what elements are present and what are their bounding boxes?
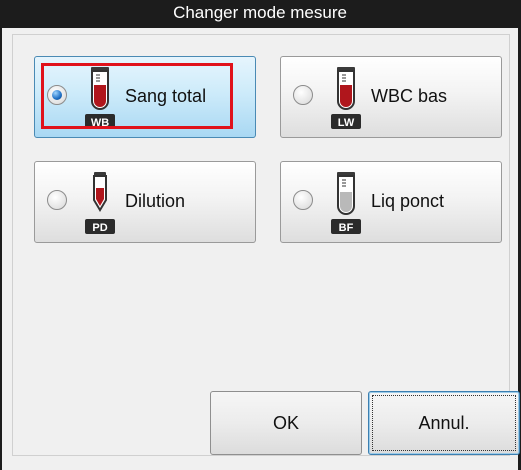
selection-highlight-box — [41, 63, 233, 129]
ok-button-label: OK — [272, 413, 299, 433]
mode-label-wbc-bas: WBC bas — [371, 86, 448, 106]
mode-code-pd: PD — [92, 222, 107, 234]
mode-label-dilution: Dilution — [125, 191, 186, 211]
mode-label-liq-ponct: Liq ponct — [371, 191, 445, 211]
mode-button-dilution[interactable]: PD Dilution — [34, 161, 256, 243]
blood-tube-icon: LW — [331, 67, 361, 129]
change-mode-dialog: Changer mode mesure WB Sang total LW WBC… — [0, 0, 521, 470]
mode-code-bf: BF — [339, 222, 354, 234]
fluid-tube-icon: BF — [331, 172, 361, 234]
mode-button-sang-total[interactable]: WB Sang total — [34, 56, 256, 138]
ok-button[interactable]: OK — [210, 391, 362, 455]
mode-button-wbc-bas[interactable]: LW WBC bas — [280, 56, 502, 138]
mode-code-lw: LW — [338, 117, 355, 129]
radio-button-wbc-bas[interactable] — [293, 85, 313, 105]
dialog-content: WB Sang total LW WBC bas PD Dilution BF … — [12, 34, 520, 456]
focus-ring — [372, 395, 516, 451]
diluted-tube-icon: PD — [85, 172, 115, 234]
cancel-button[interactable]: Annul. — [368, 391, 520, 455]
radio-button-dilution[interactable] — [47, 190, 67, 210]
mode-button-liq-ponct[interactable]: BF Liq ponct — [280, 161, 502, 243]
dialog-title: Changer mode mesure — [2, 0, 518, 28]
radio-button-liq-ponct[interactable] — [293, 190, 313, 210]
